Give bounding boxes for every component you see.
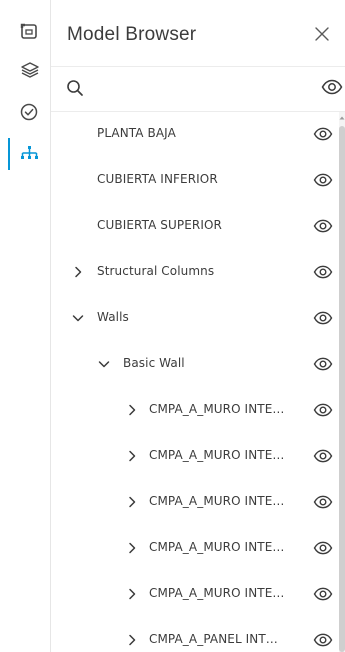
eye-icon [313,541,333,559]
visibility-toggle[interactable] [313,219,333,238]
model-view-icon [20,23,40,41]
visibility-toggle[interactable] [313,357,333,376]
visibility-toggle[interactable] [313,403,333,422]
tree-row-label: CMPA_A_MURO INTE… [149,402,285,416]
eye-icon [313,265,333,283]
left-toolbar [0,0,51,652]
eye-icon [321,79,343,99]
toggle-all-visibility-button[interactable] [321,79,343,100]
visibility-toggle[interactable] [313,449,333,468]
chevron-down-icon [97,358,111,375]
expand-toggle[interactable] [125,633,139,647]
tree-row[interactable]: Basic Wall [51,342,333,388]
tree-row[interactable]: CMPA_A_MURO INTE… [51,480,333,526]
eye-icon [313,633,333,651]
visibility-toggle[interactable] [313,173,333,192]
eye-icon [313,311,333,329]
layers-button[interactable] [0,50,50,90]
chevron-right-icon [71,266,85,283]
panel-header: Model Browser [51,0,345,67]
expand-toggle[interactable] [125,495,139,509]
tree-row-label: Basic Wall [123,356,185,370]
chevron-down-icon [71,312,85,329]
model-browser-panel: Model Browser PLANTA BAJA CUBIERTA INFER… [51,0,345,652]
visibility-toggle[interactable] [313,495,333,514]
visibility-toggle[interactable] [313,541,333,560]
tree-row[interactable]: CMPA_A_MURO INTE… [51,526,333,572]
model-browser-tree-icon [20,144,40,164]
check-circle-icon [20,102,40,122]
tree-row-label: CMPA_A_MURO INTE… [149,448,285,462]
search-input[interactable] [91,77,315,101]
visibility-toggle[interactable] [313,587,333,606]
tree-row[interactable]: CUBIERTA INFERIOR [51,158,333,204]
model-browser-button[interactable] [0,134,50,174]
eye-icon [313,587,333,605]
tree-row-label: Walls [97,310,129,324]
tree-row-label: CMPA_A_MURO INTE… [149,586,285,600]
model-view-button[interactable] [0,12,50,52]
tree-row[interactable]: CUBIERTA SUPERIOR [51,204,333,250]
tree-row-label: CMPA_A_PANEL INT… [149,632,278,646]
search-bar [51,67,345,112]
eye-icon [313,495,333,513]
scroll-up-arrow[interactable] [339,114,345,122]
tree-row-label: CMPA_A_MURO INTE… [149,540,285,554]
eye-icon [313,219,333,237]
expand-toggle[interactable] [125,403,139,417]
expand-toggle[interactable] [125,587,139,601]
visibility-toggle[interactable] [313,265,333,284]
tree-row[interactable]: CMPA_A_MURO INTE… [51,434,333,480]
close-button[interactable] [313,25,331,43]
app-root: Model Browser PLANTA BAJA CUBIERTA INFER… [0,0,345,652]
chevron-right-icon [125,634,139,651]
tree-row-label: CMPA_A_MURO INTE… [149,494,285,508]
expand-toggle[interactable] [71,311,85,325]
tree-row[interactable]: PLANTA BAJA [51,112,333,158]
layers-icon [20,61,40,79]
tree-row[interactable]: CMPA_A_MURO INTE… [51,572,333,618]
scrollbar[interactable] [339,112,345,652]
visibility-toggle[interactable] [313,127,333,146]
search-icon [66,79,84,102]
model-tree: PLANTA BAJA CUBIERTA INFERIOR CUBIERTA S… [51,112,345,652]
chevron-right-icon [125,404,139,421]
chevron-right-icon [125,542,139,559]
eye-icon [313,403,333,421]
tree-row-label: CUBIERTA INFERIOR [97,172,218,186]
tree-row[interactable]: CMPA_A_MURO INTE… [51,388,333,434]
panel-title: Model Browser [67,24,197,45]
expand-toggle[interactable] [71,265,85,279]
close-icon [313,27,331,47]
eye-icon [313,449,333,467]
eye-icon [313,357,333,375]
eye-icon [313,127,333,145]
tree-row[interactable]: Walls [51,296,333,342]
expand-toggle[interactable] [97,357,111,371]
tree-row-label: Structural Columns [97,264,215,278]
chevron-right-icon [125,496,139,513]
visibility-toggle[interactable] [313,633,333,652]
expand-toggle[interactable] [125,541,139,555]
chevron-right-icon [125,450,139,467]
issues-button[interactable] [0,92,50,132]
visibility-toggle[interactable] [313,311,333,330]
scrollbar-thumb[interactable] [339,126,345,652]
eye-icon [313,173,333,191]
tree-row[interactable]: CMPA_A_PANEL INT… [51,618,333,652]
tree-row-label: CUBIERTA SUPERIOR [97,218,222,232]
expand-toggle[interactable] [125,449,139,463]
tree-row-label: PLANTA BAJA [97,126,176,140]
tree-row[interactable]: Structural Columns [51,250,333,296]
chevron-right-icon [125,588,139,605]
